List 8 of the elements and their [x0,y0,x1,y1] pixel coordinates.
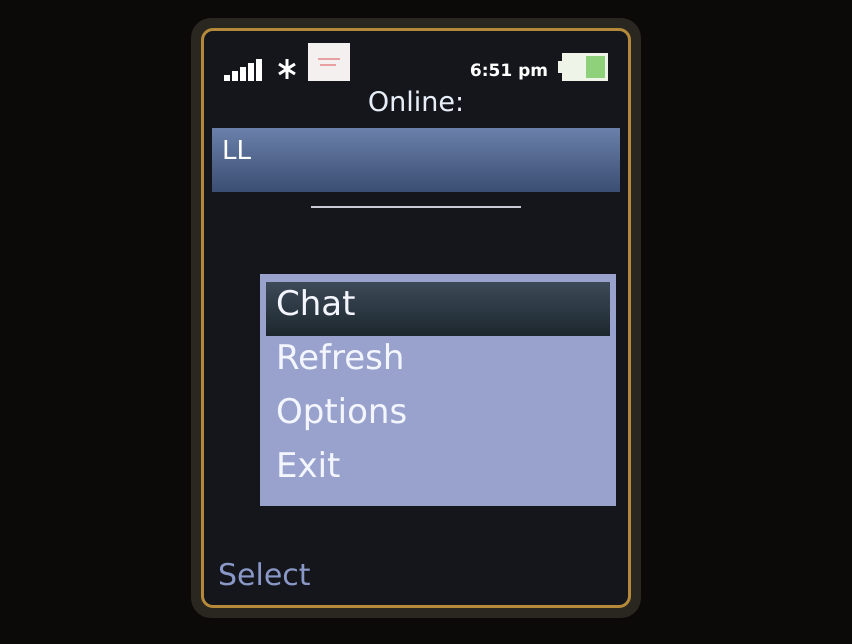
menu-item[interactable]: Chat [266,282,610,336]
select-softkey[interactable]: Select [212,558,620,593]
screen-title: Online: [366,87,466,118]
message-icon [308,43,350,81]
bluetooth-icon [276,57,298,81]
battery-icon [558,53,608,81]
contact-item[interactable]: LL [212,128,620,192]
clock-time: 6:51 pm [470,61,548,81]
